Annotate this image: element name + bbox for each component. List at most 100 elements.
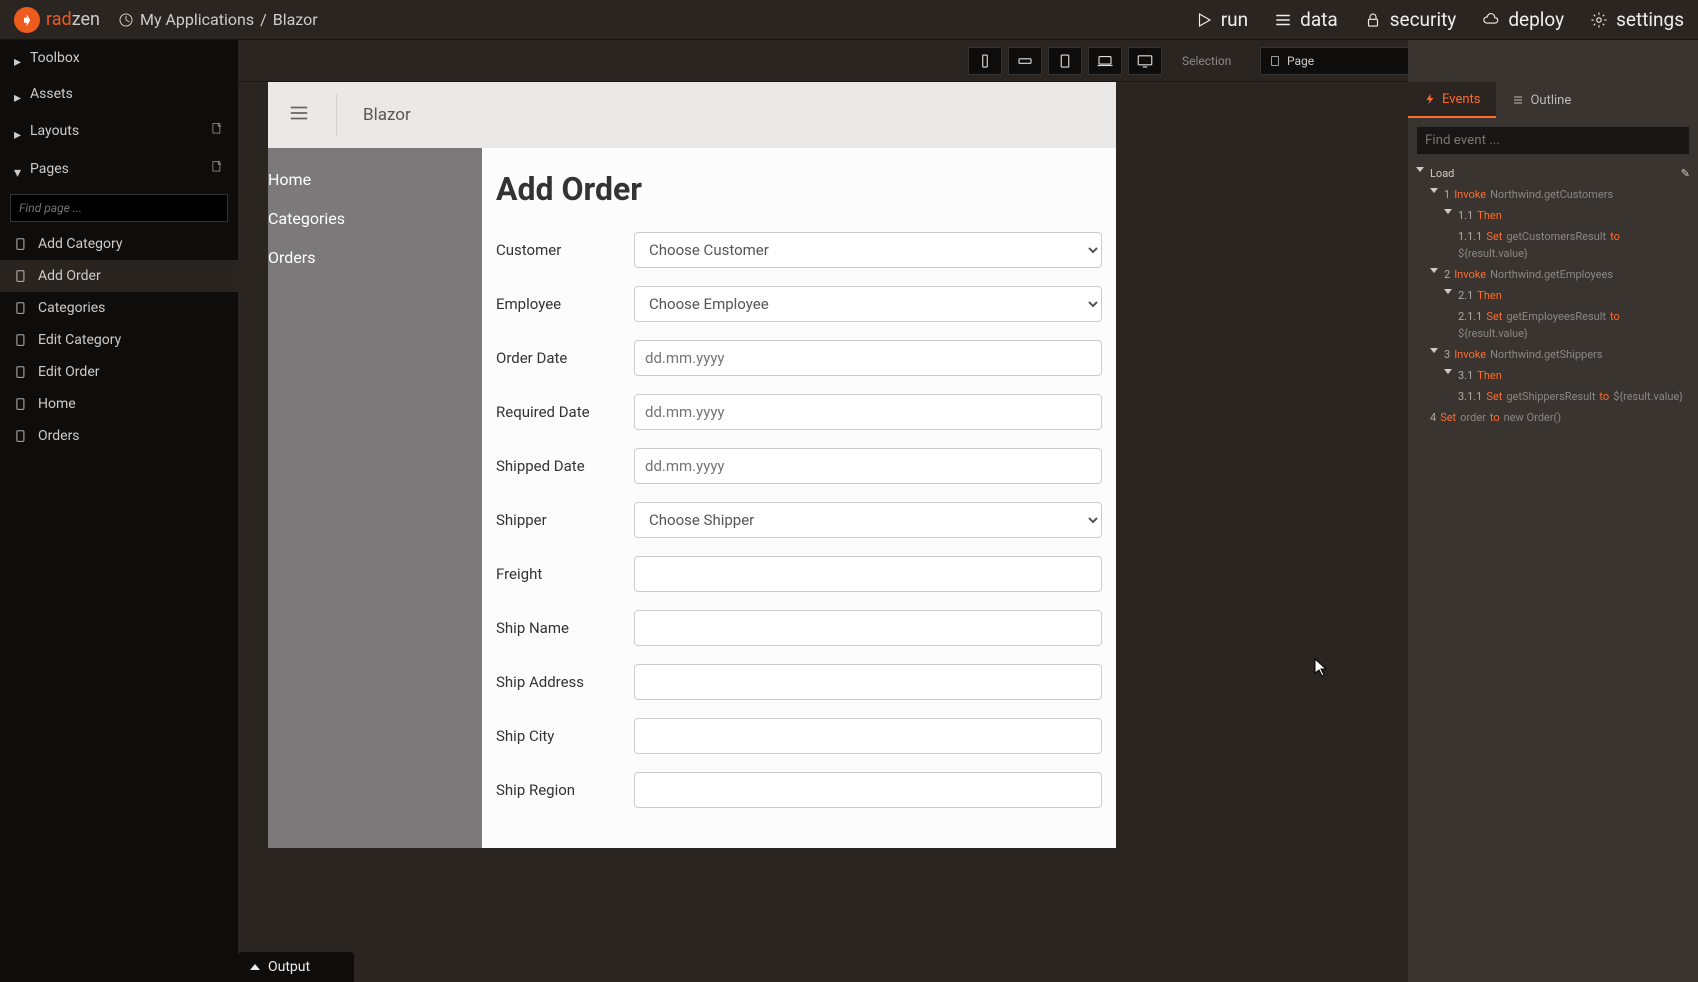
- cloud-icon: [1482, 11, 1500, 29]
- preview-nav-item[interactable]: Home: [268, 160, 482, 199]
- form-input[interactable]: [634, 718, 1102, 754]
- deploy-button[interactable]: deploy: [1482, 8, 1564, 31]
- event-then[interactable]: 1.1 Then: [1416, 205, 1690, 226]
- form-row: Shipped Date: [496, 448, 1102, 484]
- add-page-icon[interactable]: [210, 160, 224, 178]
- form-input[interactable]: [634, 448, 1102, 484]
- form-label: Customer: [496, 241, 634, 259]
- event-set[interactable]: 2.1.1 Set getEmployeesResult to ${result…: [1416, 306, 1690, 344]
- event-set[interactable]: 3.1.1 Set getShippersResult to ${result.…: [1416, 386, 1690, 407]
- page-icon: [14, 268, 28, 284]
- device-desktop-button[interactable]: [1128, 47, 1162, 75]
- page-item[interactable]: Edit Category: [0, 324, 238, 356]
- preview-main: Add Order CustomerChoose Customer Employe…: [482, 148, 1116, 848]
- event-load[interactable]: Load ✎: [1416, 163, 1690, 184]
- breadcrumb-sep: /: [260, 10, 267, 29]
- hamburger-icon[interactable]: [288, 102, 310, 128]
- preview-nav-item[interactable]: Categories: [268, 199, 482, 238]
- form-select[interactable]: Choose Employee: [634, 286, 1102, 322]
- device-mobile-land-button[interactable]: [1008, 47, 1042, 75]
- form-select[interactable]: Choose Shipper: [634, 502, 1102, 538]
- event-invoke[interactable]: 3 Invoke Northwind.getShippers: [1416, 344, 1690, 365]
- events-panel-body: Load ✎ 1 Invoke Northwind.getCustomers1.…: [1408, 118, 1698, 436]
- left-sidebar: ▸Toolbox ▸Assets ▸Layouts ▾Pages Add Cat…: [0, 40, 238, 982]
- page-icon: [14, 396, 28, 412]
- device-tablet-button[interactable]: [1048, 47, 1082, 75]
- form-row: Ship City: [496, 718, 1102, 754]
- page-icon: [14, 300, 28, 316]
- preview-app-title: Blazor: [363, 105, 411, 125]
- event-set[interactable]: 1.1.1 Set getCustomersResult to ${result…: [1416, 226, 1690, 264]
- bolt-icon: [1424, 93, 1436, 105]
- preview-nav: HomeCategoriesOrders: [268, 148, 482, 848]
- right-panel: Events Outline Load ✎ 1 Invoke Northwind…: [1408, 40, 1698, 982]
- form-title: Add Order: [496, 170, 1102, 208]
- form-input[interactable]: [634, 772, 1102, 808]
- form-row: Ship Name: [496, 610, 1102, 646]
- settings-button[interactable]: settings: [1590, 8, 1684, 31]
- data-button[interactable]: data: [1274, 8, 1338, 31]
- page-search[interactable]: [10, 194, 228, 222]
- form-row: CustomerChoose Customer: [496, 232, 1102, 268]
- event-invoke[interactable]: 2 Invoke Northwind.getEmployees: [1416, 264, 1690, 285]
- form-row: EmployeeChoose Employee: [496, 286, 1102, 322]
- security-button[interactable]: security: [1364, 8, 1457, 31]
- output-toggle[interactable]: Output: [238, 952, 354, 982]
- breadcrumb-root[interactable]: My Applications: [140, 10, 254, 29]
- form-label: Shipped Date: [496, 457, 634, 475]
- divider: [336, 94, 337, 136]
- page-item[interactable]: Categories: [0, 292, 238, 324]
- page-item[interactable]: Orders: [0, 420, 238, 452]
- run-button[interactable]: run: [1195, 8, 1248, 31]
- tab-outline[interactable]: Outline: [1496, 82, 1587, 118]
- page-item[interactable]: Add Order: [0, 260, 238, 292]
- page-icon: [14, 332, 28, 348]
- breadcrumb[interactable]: My Applications / Blazor: [118, 10, 318, 29]
- sidebar-toolbox[interactable]: ▸Toolbox: [0, 40, 238, 76]
- sidebar-assets[interactable]: ▸Assets: [0, 76, 238, 112]
- form-label: Freight: [496, 565, 634, 583]
- canvas-area: Blazor HomeCategoriesOrders Add Order Cu…: [238, 82, 1408, 982]
- form-label: Ship Name: [496, 619, 634, 637]
- sidebar-layouts[interactable]: ▸Layouts: [0, 112, 238, 150]
- page-search-input[interactable]: [10, 194, 228, 222]
- form-label: Ship City: [496, 727, 634, 745]
- add-layout-icon[interactable]: [210, 122, 224, 140]
- form-input[interactable]: [634, 610, 1102, 646]
- event-then[interactable]: 2.1 Then: [1416, 285, 1690, 306]
- event-set[interactable]: 4 Set order to new Order(): [1416, 407, 1690, 428]
- chevron-right-icon: ▸: [14, 127, 22, 135]
- page-icon: [14, 428, 28, 444]
- event-then[interactable]: 3.1 Then: [1416, 365, 1690, 386]
- data-icon: [1274, 11, 1292, 29]
- page-item[interactable]: Add Category: [0, 228, 238, 260]
- edit-icon[interactable]: ✎: [1681, 167, 1690, 180]
- selection-value: Page: [1287, 54, 1314, 68]
- form-input[interactable]: [634, 394, 1102, 430]
- radzen-logo-icon: ➧: [14, 7, 40, 33]
- play-icon: [1195, 11, 1213, 29]
- sidebar-pages[interactable]: ▾Pages: [0, 150, 238, 188]
- page-icon: [14, 364, 28, 380]
- preview-header: Blazor: [268, 82, 1116, 148]
- form-select[interactable]: Choose Customer: [634, 232, 1102, 268]
- device-mobile-button[interactable]: [968, 47, 1002, 75]
- form-label: Order Date: [496, 349, 634, 367]
- right-panel-tabs: Events Outline: [1408, 82, 1698, 118]
- device-laptop-button[interactable]: [1088, 47, 1122, 75]
- form-row: Ship Address: [496, 664, 1102, 700]
- page-item[interactable]: Home: [0, 388, 238, 420]
- event-invoke[interactable]: 1 Invoke Northwind.getCustomers: [1416, 184, 1690, 205]
- page-item[interactable]: Edit Order: [0, 356, 238, 388]
- form-input[interactable]: [634, 340, 1102, 376]
- form-input[interactable]: [634, 664, 1102, 700]
- preview-nav-item[interactable]: Orders: [268, 238, 482, 277]
- tab-events[interactable]: Events: [1408, 82, 1496, 118]
- event-search-input[interactable]: [1416, 126, 1690, 155]
- breadcrumb-current[interactable]: Blazor: [273, 10, 318, 29]
- chevron-down-icon: ▾: [14, 165, 22, 173]
- page-list: Add CategoryAdd OrderCategoriesEdit Cate…: [0, 228, 238, 452]
- form-input[interactable]: [634, 556, 1102, 592]
- form-label: Ship Address: [496, 673, 634, 691]
- form-row: Order Date: [496, 340, 1102, 376]
